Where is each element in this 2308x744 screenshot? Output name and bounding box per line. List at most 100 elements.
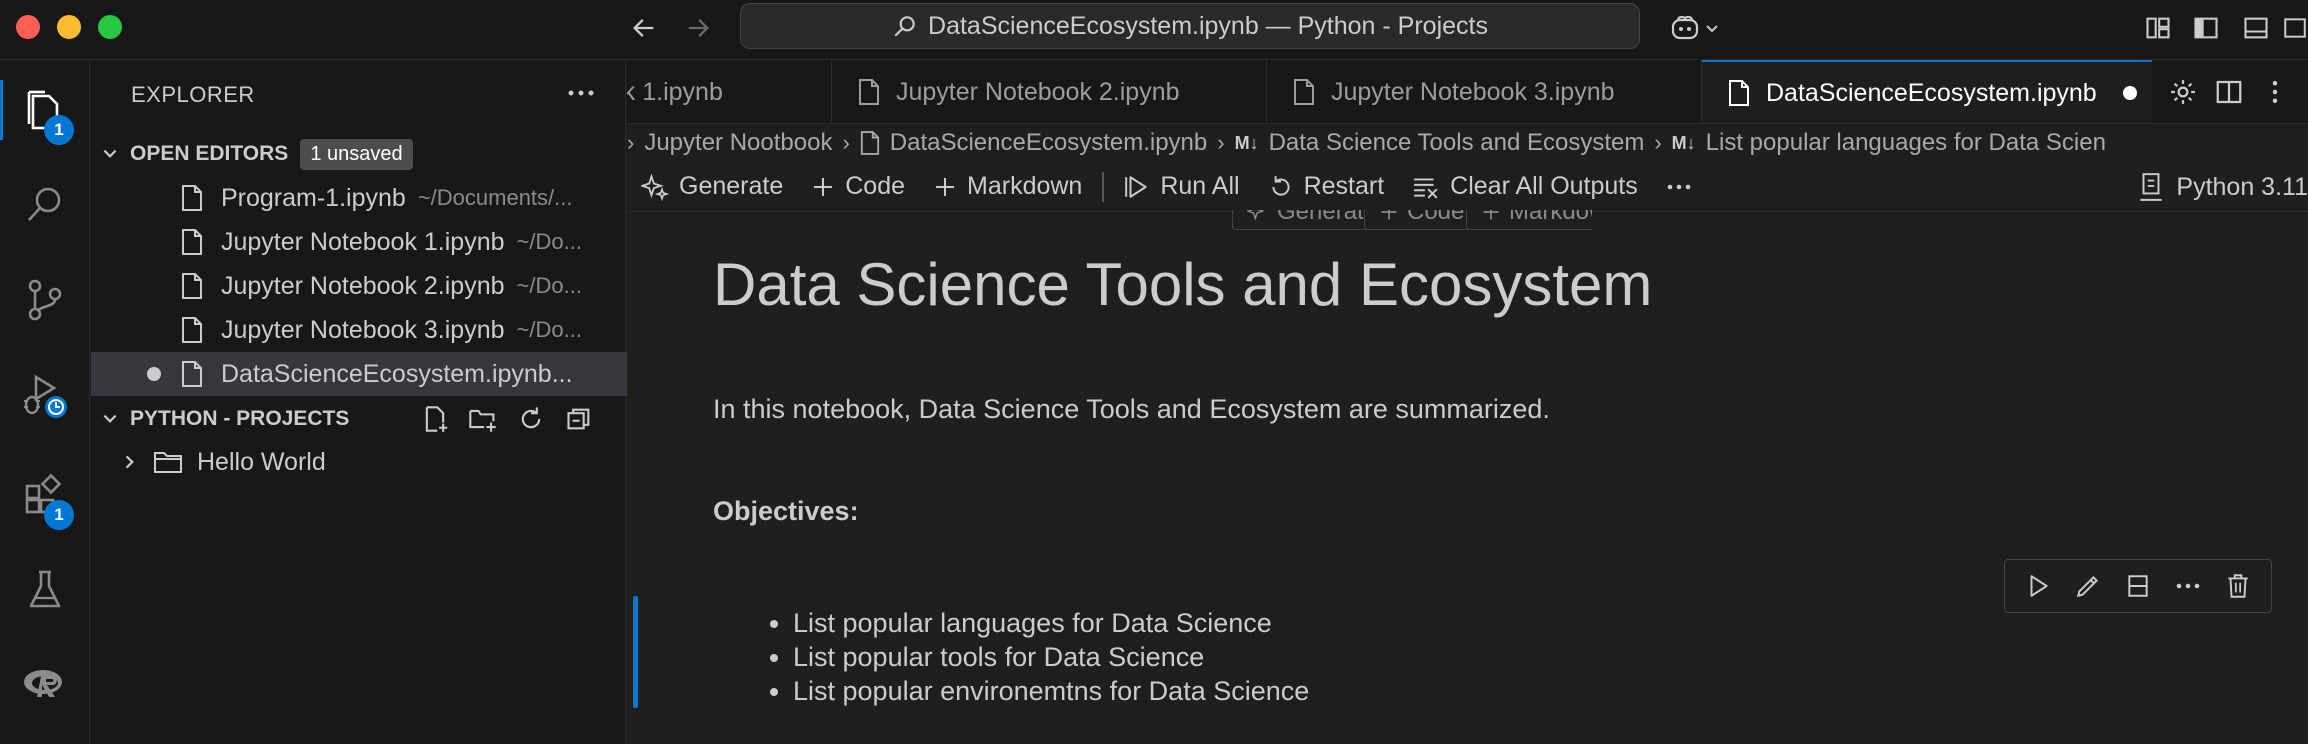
list-item: List popular languages for Data Science (793, 606, 1309, 640)
new-file-icon[interactable] (418, 402, 452, 436)
copilot-menu[interactable] (1660, 8, 1730, 48)
source-control-activity-button[interactable] (0, 260, 90, 340)
edit-pencil-icon[interactable] (2068, 566, 2108, 606)
customize-layout-icon[interactable] (2138, 8, 2178, 48)
forward-arrow-icon[interactable] (680, 10, 716, 46)
chevron-right-icon: › (842, 130, 850, 155)
breadcrumb: › Jupyter Nootbook › DataScienceEcosyste… (627, 124, 2308, 162)
kernel-picker[interactable]: Python 3.11 (2138, 162, 2308, 212)
split-editor-icon[interactable] (2214, 77, 2244, 107)
file-icon (1293, 78, 1315, 106)
minimize-window-button[interactable] (57, 15, 81, 39)
open-editor-item[interactable]: Jupyter Notebook 3.ipynb ~/Do... (91, 308, 711, 352)
chevron-down-icon (91, 134, 125, 174)
clear-all-outputs-button[interactable]: Clear All Outputs (1398, 162, 1652, 212)
folder-item[interactable]: Hello World (91, 440, 655, 484)
toggle-primary-sidebar-icon[interactable] (2186, 8, 2226, 48)
code-label: Code (845, 172, 906, 200)
trash-icon[interactable] (2218, 566, 2258, 606)
toggle-secondary-sidebar-icon[interactable] (2282, 8, 2308, 48)
restart-label: Restart (1303, 172, 1385, 200)
refresh-icon[interactable] (514, 402, 548, 436)
markdown-icon: M↓ (1234, 132, 1259, 153)
tab-jupyter-notebook-1[interactable]: ook 1.ipynb (627, 60, 832, 123)
insert-generate-label: Generate (1277, 210, 1378, 225)
run-debug-activity-button[interactable] (0, 356, 90, 436)
run-all-button[interactable]: Run All (1110, 162, 1253, 212)
more-actions-icon[interactable] (2168, 566, 2208, 606)
generate-label: Generate (679, 172, 784, 200)
open-editor-item[interactable]: Program-1.ipynb ~/Documents/... (91, 176, 711, 220)
open-editor-item[interactable]: Jupyter Notebook 1.ipynb ~/Do... (91, 220, 711, 264)
add-code-cell-button[interactable]: Code (797, 162, 919, 212)
generate-button[interactable]: Generate (627, 162, 797, 212)
plus-icon (1379, 210, 1399, 222)
file-path: ~/Do... (516, 317, 582, 342)
restart-icon (1268, 174, 1294, 200)
project-label: PYTHON - PROJECTS (130, 407, 350, 430)
plus-icon (933, 175, 957, 199)
file-path: ~/Do... (516, 273, 582, 298)
split-cell-icon[interactable] (2118, 566, 2158, 606)
r-extension-activity-button[interactable] (0, 644, 90, 724)
testing-activity-button[interactable] (0, 550, 90, 630)
more-actions-icon[interactable] (561, 78, 601, 108)
file-name: Program-1.ipynb (221, 183, 406, 212)
close-window-button[interactable] (16, 15, 40, 39)
folder-icon (153, 447, 183, 477)
file-icon (858, 78, 880, 106)
breadcrumb-folder[interactable]: Jupyter Nootbook (644, 129, 832, 157)
explorer-title: EXPLORER (131, 82, 255, 107)
list-item: List popular tools for Data Science (793, 640, 1309, 674)
chevron-right-icon: › (627, 130, 635, 155)
tab-label: ook 1.ipynb (627, 77, 723, 106)
breadcrumb-file[interactable]: DataScienceEcosystem.ipynb (890, 129, 1207, 157)
explorer-activity-button[interactable]: 1 (0, 70, 90, 150)
chevron-right-icon: › (1217, 130, 1225, 155)
search-activity-button[interactable] (0, 164, 90, 244)
restart-button[interactable]: Restart (1254, 162, 1399, 212)
breadcrumb-section[interactable]: List popular languages for Data Scien (1706, 129, 2106, 157)
run-cell-icon[interactable] (2018, 566, 2058, 606)
explorer-sidebar: EXPLORER OPEN EDITORS 1 unsaved Program-… (91, 60, 681, 744)
unsaved-dot-icon[interactable] (2122, 86, 2137, 100)
sparkle-icon (641, 173, 669, 201)
tab-jupyter-notebook-2[interactable]: Jupyter Notebook 2.ipynb (832, 60, 1267, 123)
editor-area: ook 1.ipynb Jupyter Notebook 2.ipynb Jup… (627, 60, 2308, 744)
more-actions-icon[interactable] (2260, 77, 2290, 107)
chevron-right-icon: › (1654, 130, 1662, 155)
gear-icon[interactable] (2168, 77, 2198, 107)
tab-datascienceecosystem[interactable]: DataScienceEcosystem.ipynb (1702, 60, 2170, 123)
back-arrow-icon[interactable] (626, 10, 662, 46)
unsaved-badge: 1 unsaved (300, 138, 413, 170)
project-actions (418, 399, 596, 439)
command-center-search[interactable]: DataScienceEcosystem.ipynb — Python - Pr… (740, 3, 1640, 49)
insert-code-button[interactable]: Code (1364, 210, 1480, 230)
run-all-label: Run All (1160, 172, 1240, 200)
chevron-down-icon (91, 399, 125, 439)
new-folder-icon[interactable] (466, 402, 500, 436)
file-icon (177, 227, 207, 257)
toggle-panel-icon[interactable] (2236, 8, 2276, 48)
open-editor-item[interactable]: Jupyter Notebook 2.ipynb ~/Do... (91, 264, 711, 308)
breadcrumb-section[interactable]: Data Science Tools and Ecosystem (1269, 129, 1645, 157)
open-editors-label: OPEN EDITORS (130, 142, 289, 165)
unsaved-dot-icon[interactable] (147, 367, 161, 381)
open-editors-section-header[interactable]: OPEN EDITORS 1 unsaved (91, 134, 626, 174)
file-icon (860, 130, 880, 156)
extensions-activity-button[interactable]: 1 (0, 454, 90, 534)
tab-label: Jupyter Notebook 3.ipynb (1331, 77, 1615, 106)
tab-jupyter-notebook-3[interactable]: Jupyter Notebook 3.ipynb (1267, 60, 1702, 123)
file-path: ~/Do... (516, 229, 582, 254)
file-name: Jupyter Notebook 2.ipynb (221, 271, 505, 300)
project-section-header[interactable]: PYTHON - PROJECTS (91, 399, 626, 439)
plus-icon (1481, 210, 1501, 222)
insert-markdown-button[interactable]: Markdown (1466, 210, 1592, 230)
copilot-icon (1670, 14, 1704, 42)
maximize-window-button[interactable] (98, 15, 122, 39)
explorer-badge: 1 (44, 115, 74, 145)
collapse-all-icon[interactable] (562, 402, 596, 436)
add-markdown-cell-button[interactable]: Markdown (919, 162, 1096, 212)
open-editor-item-active[interactable]: DataScienceEcosystem.ipynb... (91, 352, 681, 396)
toolbar-more-button[interactable] (1652, 162, 1706, 212)
